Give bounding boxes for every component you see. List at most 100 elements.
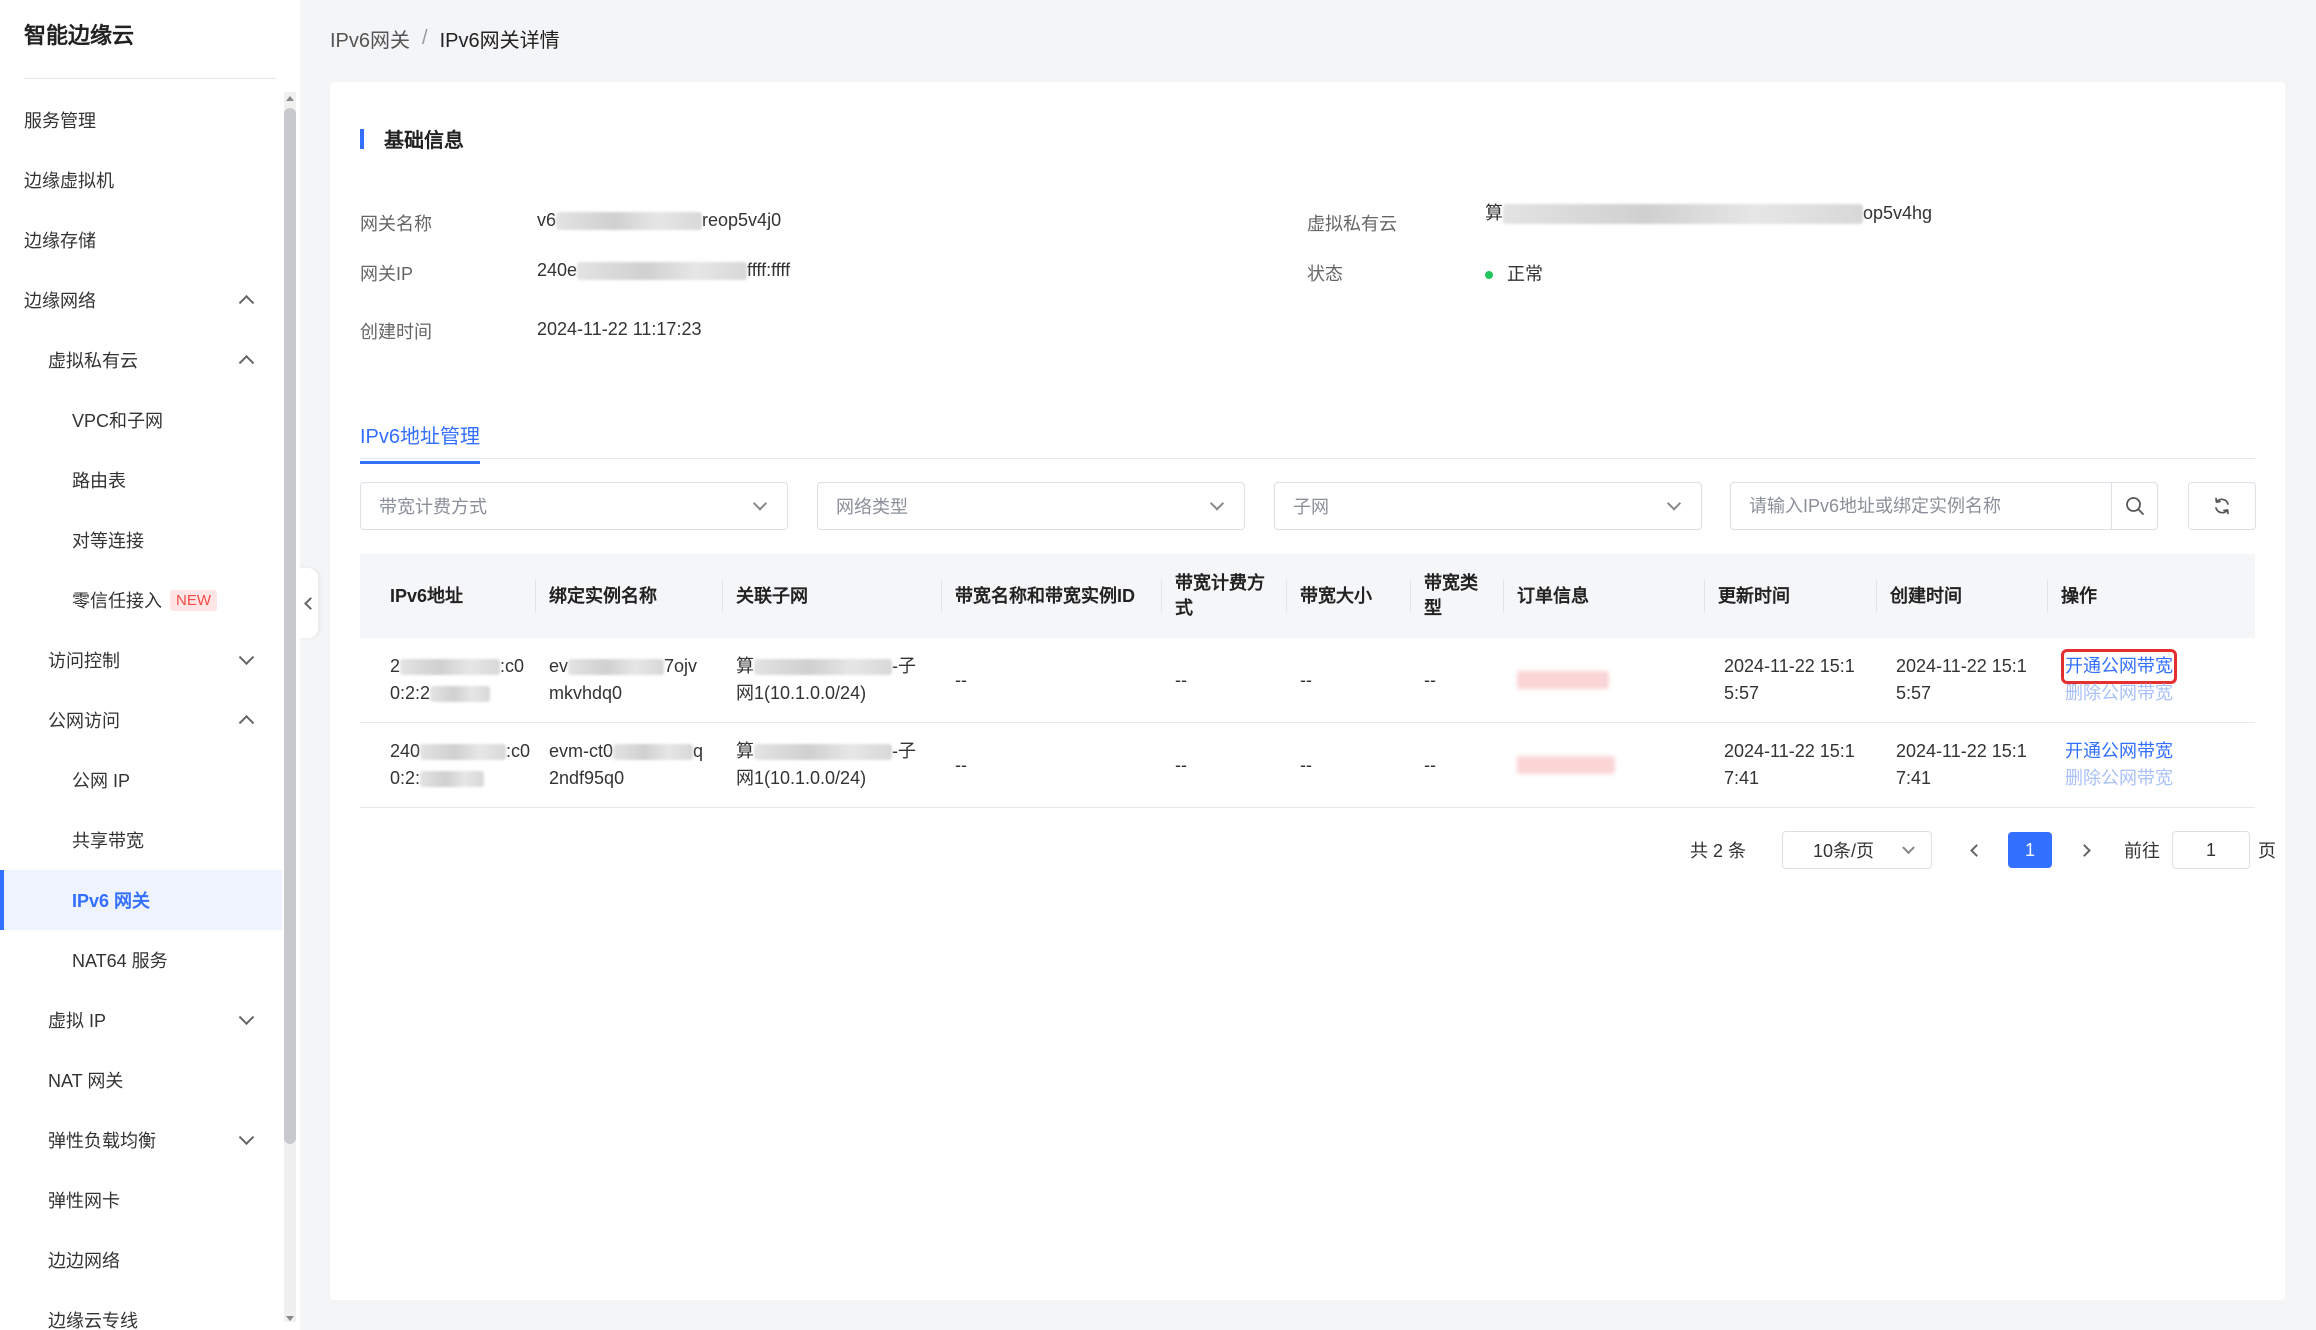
delete-public-bandwidth-link[interactable]: 删除公网带宽 — [2065, 680, 2173, 707]
sidebar-item-access-control[interactable]: 访问控制 — [0, 630, 282, 690]
subnet-part: -子 — [892, 741, 916, 761]
prev-page-button[interactable] — [1956, 831, 1996, 869]
instance-part: q — [693, 741, 704, 761]
cell-ipv6: 2:c0 0:2:2 — [360, 638, 535, 722]
sidebar-item-label: 边缘网络 — [24, 291, 96, 311]
detail-card: 基础信息 网关名称 v6 reop5v4j0 网关IP 240e ffff:ffff… — [330, 82, 2285, 1300]
cell-ops: 开通公网带宽 删除公网带宽 — [2047, 723, 2255, 807]
redacted-blur — [400, 659, 501, 676]
sidebar-item-edge-storage[interactable]: 边缘存储 — [0, 210, 282, 270]
cell-subnet: 算 -子 网1(10.1.0.0/24) — [722, 723, 941, 807]
chevron-down-icon — [238, 1009, 255, 1026]
search-button[interactable] — [2111, 483, 2157, 529]
sidebar-item-label: 虚拟 IP — [48, 1011, 107, 1031]
sidebar-item-label: 共享带宽 — [72, 831, 144, 851]
sidebar-item-public-ip[interactable]: 公网 IP — [0, 750, 282, 810]
brand-divider — [24, 78, 276, 79]
sidebar-item-edge-network[interactable]: 边缘网络 — [0, 270, 282, 330]
goto-page-input[interactable] — [2172, 831, 2251, 869]
gateway-name-value: v6 reop5v4j0 — [537, 210, 781, 231]
sidebar-item-label: IPv6 网关 — [72, 891, 151, 911]
sidebar-item-elb[interactable]: 弹性负载均衡 — [0, 1110, 282, 1170]
gateway-ip-suffix: ffff:ffff — [747, 260, 791, 280]
created-time-label: 创建时间 — [360, 322, 432, 342]
network-type-select[interactable]: 网络类型 — [817, 482, 1245, 530]
chevron-right-icon — [2077, 843, 2091, 857]
sidebar-item-label: 边缘云专线 — [48, 1311, 138, 1330]
sidebar-item-zero-trust[interactable]: 零信任接入 NEW — [0, 570, 282, 630]
sidebar-item-virtual-ip[interactable]: 虚拟 IP — [0, 990, 282, 1050]
instance-part: evm-ct0 — [549, 741, 614, 761]
pagination-total: 共 2 条 — [1690, 841, 1747, 861]
sidebar-item-edge-edge-network[interactable]: 边边网络 — [0, 1230, 282, 1290]
sidebar-item-peering[interactable]: 对等连接 — [0, 510, 282, 570]
scroll-up-icon[interactable] — [286, 96, 294, 101]
sidebar-item-edge-direct-connect[interactable]: 边缘云专线 — [0, 1290, 282, 1330]
next-page-button[interactable] — [2064, 831, 2104, 869]
breadcrumb: IPv6网关 / IPv6网关详情 — [330, 24, 560, 53]
sidebar-item-ipv6-gateway[interactable]: IPv6 网关 — [0, 870, 282, 930]
subnet-part: 网1(10.1.0.0/24) — [736, 683, 867, 703]
scroll-down-icon[interactable] — [286, 1316, 294, 1321]
gateway-name-prefix: v6 — [537, 210, 557, 230]
gateway-name-suffix: reop5v4j0 — [702, 210, 782, 230]
sidebar-scrollbar-thumb[interactable] — [284, 108, 296, 1144]
billing-method-select[interactable]: 带宽计费方式 — [360, 482, 788, 530]
search-input[interactable] — [1731, 483, 2111, 529]
sidebar-item-label: 边边网络 — [48, 1251, 120, 1271]
sidebar-item-label: 弹性网卡 — [48, 1191, 120, 1211]
sidebar-item-label: 零信任接入 — [72, 591, 162, 611]
search-box — [1730, 482, 2158, 530]
refresh-button[interactable] — [2188, 482, 2256, 530]
open-public-bandwidth-link[interactable]: 开通公网带宽 — [2065, 738, 2173, 765]
status-text: 正常 — [1507, 264, 1543, 284]
created-part: 2024-11-22 15:1 — [1896, 741, 2027, 761]
sidebar-item-label: VPC和子网 — [72, 411, 164, 431]
status-dot-icon — [1485, 271, 1493, 280]
cell-type: -- — [1424, 669, 1436, 690]
gateway-ip-label: 网关IP — [360, 264, 414, 284]
subnet-select[interactable]: 子网 — [1274, 482, 1702, 530]
sidebar-item-nat64[interactable]: NAT64 服务 — [0, 930, 282, 990]
sidebar-item-route-table[interactable]: 路由表 — [0, 450, 282, 510]
subnet-part: 算 — [736, 656, 754, 676]
refresh-icon — [2215, 497, 2229, 515]
cell-type: -- — [1424, 754, 1436, 775]
cell-updated: 2024-11-22 15:1 5:57 — [1704, 638, 1876, 722]
page-size-select[interactable]: 10条/页 — [1782, 831, 1933, 869]
tab-divider — [360, 458, 2255, 459]
chevron-left-icon — [1969, 843, 1983, 857]
redacted-blur — [1503, 204, 1863, 225]
subnet-placeholder: 子网 — [1293, 497, 1329, 517]
cell-subnet: 算 -子 网1(10.1.0.0/24) — [722, 638, 941, 722]
cell-billing: -- — [1175, 754, 1187, 775]
open-public-bandwidth-link[interactable]: 开通公网带宽 — [2061, 649, 2177, 684]
chevron-down-icon — [1902, 841, 1915, 855]
cell-ops: 开通公网带宽 删除公网带宽 — [2047, 638, 2255, 722]
created-time-value: 2024-11-22 11:17:23 — [537, 319, 702, 339]
sidebar-item-edge-vm[interactable]: 边缘虚拟机 — [0, 150, 282, 210]
breadcrumb-parent-link[interactable]: IPv6网关 — [330, 24, 410, 53]
col-header-instance: 绑定实例名称 — [535, 554, 722, 638]
cell-instance: evm-ct0 q 2ndf95q0 — [535, 723, 722, 807]
delete-public-bandwidth-link[interactable]: 删除公网带宽 — [2065, 765, 2173, 792]
col-header-ops: 操作 — [2047, 554, 2255, 638]
sidebar-item-vpc[interactable]: 虚拟私有云 — [0, 330, 282, 390]
page-size-value: 10条/页 — [1813, 841, 1875, 861]
updated-part: 7:41 — [1724, 768, 1760, 788]
col-header-billing: 带宽计费方式 — [1161, 554, 1286, 638]
sidebar-item-public-access[interactable]: 公网访问 — [0, 690, 282, 750]
sidebar-item-vpc-subnet[interactable]: VPC和子网 — [0, 390, 282, 450]
network-type-placeholder: 网络类型 — [836, 497, 908, 517]
pagination: 共 2 条 10条/页 1 前往 页 — [1690, 830, 2276, 870]
sidebar-item-eni[interactable]: 弹性网卡 — [0, 1170, 282, 1230]
redacted-blur — [420, 771, 485, 788]
table-row: 2:c0 0:2:2 ev 7ojv mkvhdq0 算 -子 网1(10.1.0.… — [360, 638, 2255, 723]
sidebar-item-nat-gateway[interactable]: NAT 网关 — [0, 1050, 282, 1110]
sidebar-item-shared-bandwidth[interactable]: 共享带宽 — [0, 810, 282, 870]
page-number-current[interactable]: 1 — [2008, 832, 2053, 868]
status-value: 正常 — [1485, 260, 1543, 286]
sidebar-item-service-management[interactable]: 服务管理 — [0, 90, 282, 150]
status-label: 状态 — [1307, 264, 1343, 284]
sidebar-collapse-button[interactable] — [298, 568, 318, 638]
